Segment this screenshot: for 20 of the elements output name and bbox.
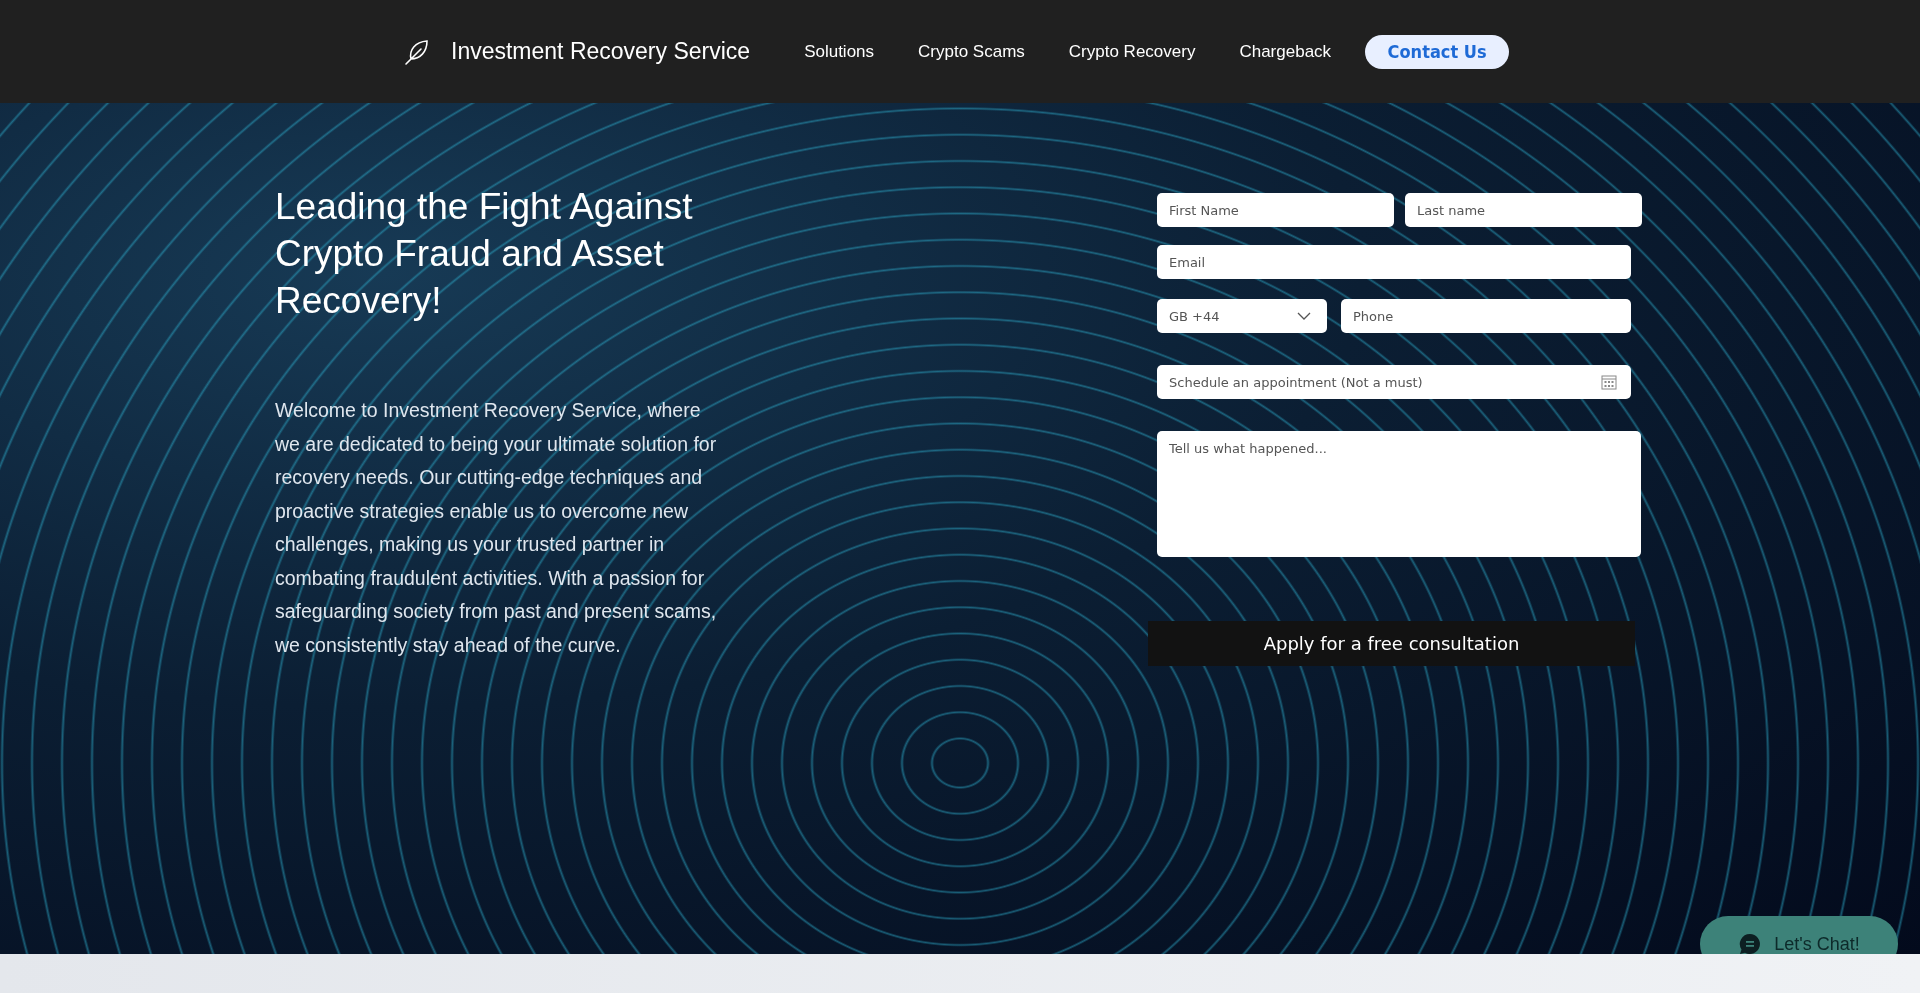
message-field[interactable]: Tell us what happened... [1157, 431, 1641, 557]
chat-bubble-icon [1738, 932, 1763, 954]
contact-button[interactable]: Contact Us [1365, 34, 1510, 69]
nav-link[interactable]: Solutions [804, 41, 875, 62]
country-code-dropdown[interactable]: GB +44 [1157, 299, 1327, 333]
hero-heading: Leading the Fight Against Crypto Fraud and Asset Recovery! [275, 185, 694, 323]
nav-link[interactable]: Crypto Recovery [1068, 41, 1196, 62]
last-name-field[interactable]: Last name [1405, 193, 1642, 227]
email-field[interactable]: Email [1157, 245, 1631, 279]
appointment-date-field[interactable]: Schedule an appointment (Not a must) [1157, 365, 1631, 399]
calendar-icon[interactable] [1601, 374, 1617, 390]
nav-link[interactable]: Crypto Scams [918, 41, 1025, 62]
first-name-field[interactable]: First Name [1157, 193, 1394, 227]
phone-field[interactable]: Phone [1341, 299, 1631, 333]
nav-link[interactable]: Chargeback [1239, 41, 1332, 62]
submit-button[interactable]: Apply for a free consultation [1148, 621, 1635, 666]
intro-paragraph: Welcome to Investment Recovery Service, where we are dedicated to being your ultimate solution for recovery needs. Our cutting-edge techniques and proactive strategies enable us to overcome new challenges, making us your trusted partner in combating fraudulent activities. With a passion for safeguarding society from past and present scams, we consistently stay ahead of the curve. [275, 398, 718, 658]
feather-icon [403, 37, 431, 66]
site-title[interactable]: Investment Recovery Service [451, 38, 751, 65]
chevron-down-icon [1297, 312, 1311, 320]
